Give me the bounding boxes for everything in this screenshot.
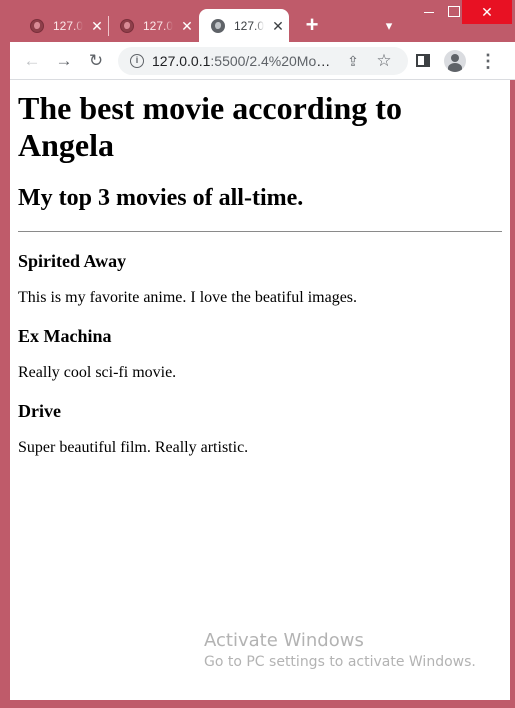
globe-icon — [211, 18, 225, 33]
tab-close-icon[interactable]: ✕ — [89, 18, 105, 34]
new-tab-button[interactable]: + — [300, 14, 324, 38]
movie-title: Drive — [18, 401, 61, 421]
movie-description: Super beautiful film. Really artistic. — [18, 439, 249, 456]
profile-avatar-icon[interactable] — [444, 50, 466, 72]
side-panel-icon[interactable] — [416, 54, 430, 67]
back-arrow-icon[interactable]: ← — [20, 49, 44, 73]
browser-toolbar: ← → ↻ i 127.0.0.1:5500/2.4%20Movi... ⇪ ☆… — [10, 42, 515, 80]
movie-item: Drive Super beautiful film. Really artis… — [18, 401, 502, 457]
tab-title: 127.0.0.1:5500/2.4%20Movie — [143, 18, 173, 33]
info-icon[interactable]: i — [130, 54, 144, 68]
windows-activation-watermark: Activate Windows Go to PC settings to ac… — [204, 630, 476, 670]
movie-title: Ex Machina — [18, 326, 112, 346]
tab-search-chevron-icon[interactable]: ▾ — [380, 17, 398, 35]
tab-title: 127.0.0.1:5500/2.4%20Movie — [53, 18, 83, 33]
browser-tab-active[interactable]: 127.0.0.1:5500/2.4%20Movie ✕ — [199, 9, 289, 42]
tab-close-icon[interactable]: ✕ — [270, 18, 286, 34]
address-bar[interactable]: i 127.0.0.1:5500/2.4%20Movi... ⇪ ☆ — [118, 47, 408, 75]
globe-icon — [30, 18, 44, 33]
minimize-button[interactable] — [414, 0, 442, 24]
share-icon[interactable]: ⇪ — [344, 52, 362, 70]
browser-tab-1[interactable]: 127.0.0.1:5500/2.4%20Movie ✕ — [18, 9, 108, 42]
movie-description: Really cool sci-fi movie. — [18, 364, 177, 381]
divider — [18, 231, 502, 232]
window-close-button[interactable]: ✕ — [462, 0, 512, 24]
url-text[interactable]: 127.0.0.1:5500/2.4%20Movi... — [152, 53, 332, 69]
watermark-title: Activate Windows — [204, 630, 364, 651]
bookmark-star-icon[interactable]: ☆ — [374, 51, 394, 71]
watermark-subtitle: Go to PC settings to activate Windows. — [204, 654, 476, 670]
page-subheading: My top 3 movies of all-time. — [18, 185, 304, 211]
forward-arrow-icon[interactable]: → — [52, 49, 76, 73]
tab-strip: 127.0.0.1:5500/2.4%20Movie ✕ 127.0.0.1:5… — [0, 0, 515, 42]
url-host: 127.0.0.1 — [152, 53, 211, 69]
window-frame-bottom — [0, 700, 515, 708]
page-heading: The best movie according to Angela — [18, 90, 402, 163]
browser-tab-2[interactable]: 127.0.0.1:5500/2.4%20Movie ✕ — [108, 9, 198, 42]
tab-close-icon[interactable]: ✕ — [179, 18, 195, 34]
kebab-menu-icon[interactable]: ⋮ — [478, 51, 498, 71]
url-path: :5500/2.4%20Movi... — [210, 53, 332, 69]
movie-description: This is my favorite anime. I love the be… — [18, 289, 358, 306]
tab-title: 127.0.0.1:5500/2.4%20Movie — [234, 18, 264, 33]
movie-title: Spirited Away — [18, 251, 127, 271]
reload-icon[interactable]: ↻ — [84, 49, 108, 73]
page-content: The best movie according to Angela My to… — [10, 80, 510, 700]
globe-icon — [120, 18, 134, 33]
movie-item: Spirited Away This is my favorite anime.… — [18, 251, 502, 307]
movie-item: Ex Machina Really cool sci-fi movie. — [18, 326, 502, 382]
